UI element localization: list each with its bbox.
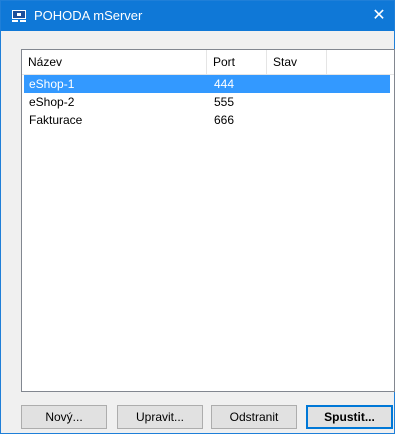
start-button[interactable]: Spustit... xyxy=(306,405,393,429)
row-name: eShop-2 xyxy=(29,95,75,109)
server-list[interactable]: Název Port Stav eShop-1 444 eShop-2 555 … xyxy=(21,49,395,392)
list-row-fakturace[interactable]: Fakturace 666 xyxy=(24,111,390,129)
column-header-name[interactable]: Název xyxy=(22,50,207,74)
row-port: 666 xyxy=(214,113,235,127)
row-port: 444 xyxy=(214,77,235,91)
list-header: Název Port Stav xyxy=(22,50,394,75)
title-bar[interactable]: POHODA mServer ✕ xyxy=(1,1,394,31)
column-header-port[interactable]: Port xyxy=(207,50,267,74)
close-icon[interactable]: ✕ xyxy=(364,1,394,31)
remove-button[interactable]: Odstranit xyxy=(211,405,297,429)
list-row-eshop-1[interactable]: eShop-1 444 xyxy=(24,75,390,93)
window-title: POHODA mServer xyxy=(34,8,143,23)
edit-button[interactable]: Upravit... xyxy=(117,405,203,429)
window-client-area: Název Port Stav eShop-1 444 eShop-2 555 … xyxy=(1,31,395,433)
pohoda-app-icon xyxy=(11,9,27,23)
row-name: eShop-1 xyxy=(29,77,75,91)
row-port: 555 xyxy=(214,95,235,109)
row-name: Fakturace xyxy=(29,113,83,127)
mserver-window: POHODA mServer ✕ Název Port Stav eShop-1… xyxy=(0,0,395,434)
column-header-status[interactable]: Stav xyxy=(267,50,327,74)
list-row-eshop-2[interactable]: eShop-2 555 xyxy=(24,93,390,111)
new-button[interactable]: Nový... xyxy=(21,405,107,429)
